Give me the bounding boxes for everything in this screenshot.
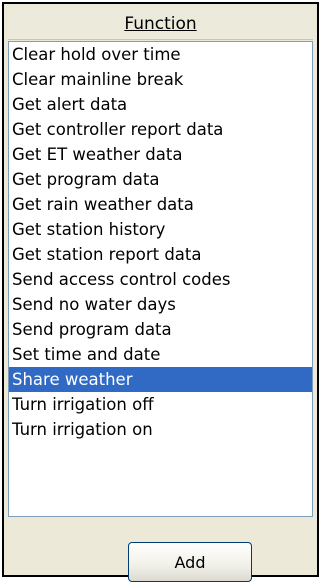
list-item[interactable]: Get rain weather data [9, 192, 312, 217]
list-item[interactable]: Turn irrigation off [9, 392, 312, 417]
list-item[interactable]: Get ET weather data [9, 142, 312, 167]
function-panel: Function Clear hold over time Clear mainl… [2, 2, 319, 582]
list-item[interactable]: Send program data [9, 317, 312, 342]
list-item[interactable]: Get controller report data [9, 117, 312, 142]
function-list[interactable]: Clear hold over time Clear mainline break… [8, 41, 313, 517]
list-item[interactable]: Get station report data [9, 242, 312, 267]
list-item[interactable]: Clear mainline break [9, 67, 312, 92]
list-item[interactable]: Send no water days [9, 292, 312, 317]
button-bar: Add [8, 520, 313, 582]
function-column-header[interactable]: Function [8, 8, 313, 40]
list-item[interactable]: Get alert data [9, 92, 312, 117]
list-item[interactable]: Get program data [9, 167, 312, 192]
list-item[interactable]: Clear hold over time [9, 42, 312, 67]
function-header-label: Function [124, 13, 197, 34]
list-item[interactable]: Share weather [9, 367, 312, 392]
add-button[interactable]: Add [128, 542, 252, 582]
list-item[interactable]: Send access control codes [9, 267, 312, 292]
list-item[interactable]: Turn irrigation on [9, 417, 312, 442]
list-item[interactable]: Set time and date [9, 342, 312, 367]
list-item[interactable]: Get station history [9, 217, 312, 242]
